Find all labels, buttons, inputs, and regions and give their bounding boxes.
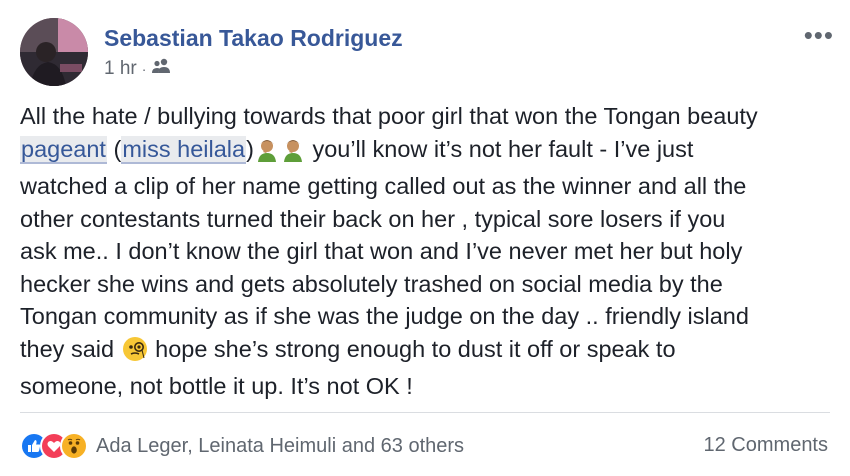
friends-icon[interactable] bbox=[151, 58, 171, 80]
facepalm-man-emoji bbox=[255, 138, 279, 171]
post-text-line: All the hate / bullying towards that poo… bbox=[20, 103, 758, 129]
meta-separator: · bbox=[141, 61, 147, 77]
reaction-names-link[interactable]: Ada Leger, Leinata Heimuli and 63 others bbox=[96, 435, 464, 458]
post-text-fragment: you’ll know it’s not her fault - I’ve ju… bbox=[305, 135, 694, 162]
wow-reaction-icon[interactable] bbox=[60, 432, 88, 460]
avatar-photo bbox=[20, 18, 88, 86]
post-text-line: someone, not bottle it up. It’s not OK ! bbox=[20, 373, 413, 399]
reactions-summary[interactable]: Ada Leger, Leinata Heimuli and 63 others bbox=[20, 432, 464, 460]
post-text-fragment: ) bbox=[246, 135, 254, 162]
comments-count-link[interactable]: 12 Comments bbox=[704, 434, 829, 457]
facepalm-man-emoji bbox=[281, 138, 305, 171]
post-meta: 1 hr · bbox=[104, 58, 171, 80]
post-text-fragment: hope she’s strong enough to dust it off … bbox=[148, 335, 676, 362]
footer-divider bbox=[20, 412, 830, 413]
post-text-fragment: they said bbox=[20, 335, 115, 362]
tagged-page-pageant[interactable]: pageant bbox=[20, 135, 107, 164]
post-text-line: other contestants turned their back on h… bbox=[20, 205, 726, 232]
post-text-line: watched a clip of her name getting calle… bbox=[20, 173, 747, 199]
more-options-icon[interactable]: ••• bbox=[804, 20, 834, 51]
post-text: All the hate / bullying towards that poo… bbox=[20, 100, 830, 403]
post-text-line: Tongan community as if she was the judge… bbox=[20, 303, 749, 329]
reaction-icons[interactable] bbox=[20, 432, 88, 460]
author-avatar[interactable] bbox=[20, 18, 88, 86]
monocle-face-emoji bbox=[122, 336, 148, 371]
tagged-page-miss-heilala[interactable]: miss heilala bbox=[121, 135, 247, 164]
author-name-link[interactable]: Sebastian Takao Rodriguez bbox=[104, 25, 403, 52]
post-text-fragment: ( bbox=[106, 135, 122, 162]
post-time[interactable]: 1 hr bbox=[104, 58, 137, 80]
post-text-line: ask me.. I don’t know the girl that won … bbox=[20, 238, 743, 264]
post-text-line: hecker she wins and gets absolutely tras… bbox=[20, 270, 723, 297]
post-card: Sebastian Takao Rodriguez 1 hr · ••• All… bbox=[0, 0, 850, 476]
